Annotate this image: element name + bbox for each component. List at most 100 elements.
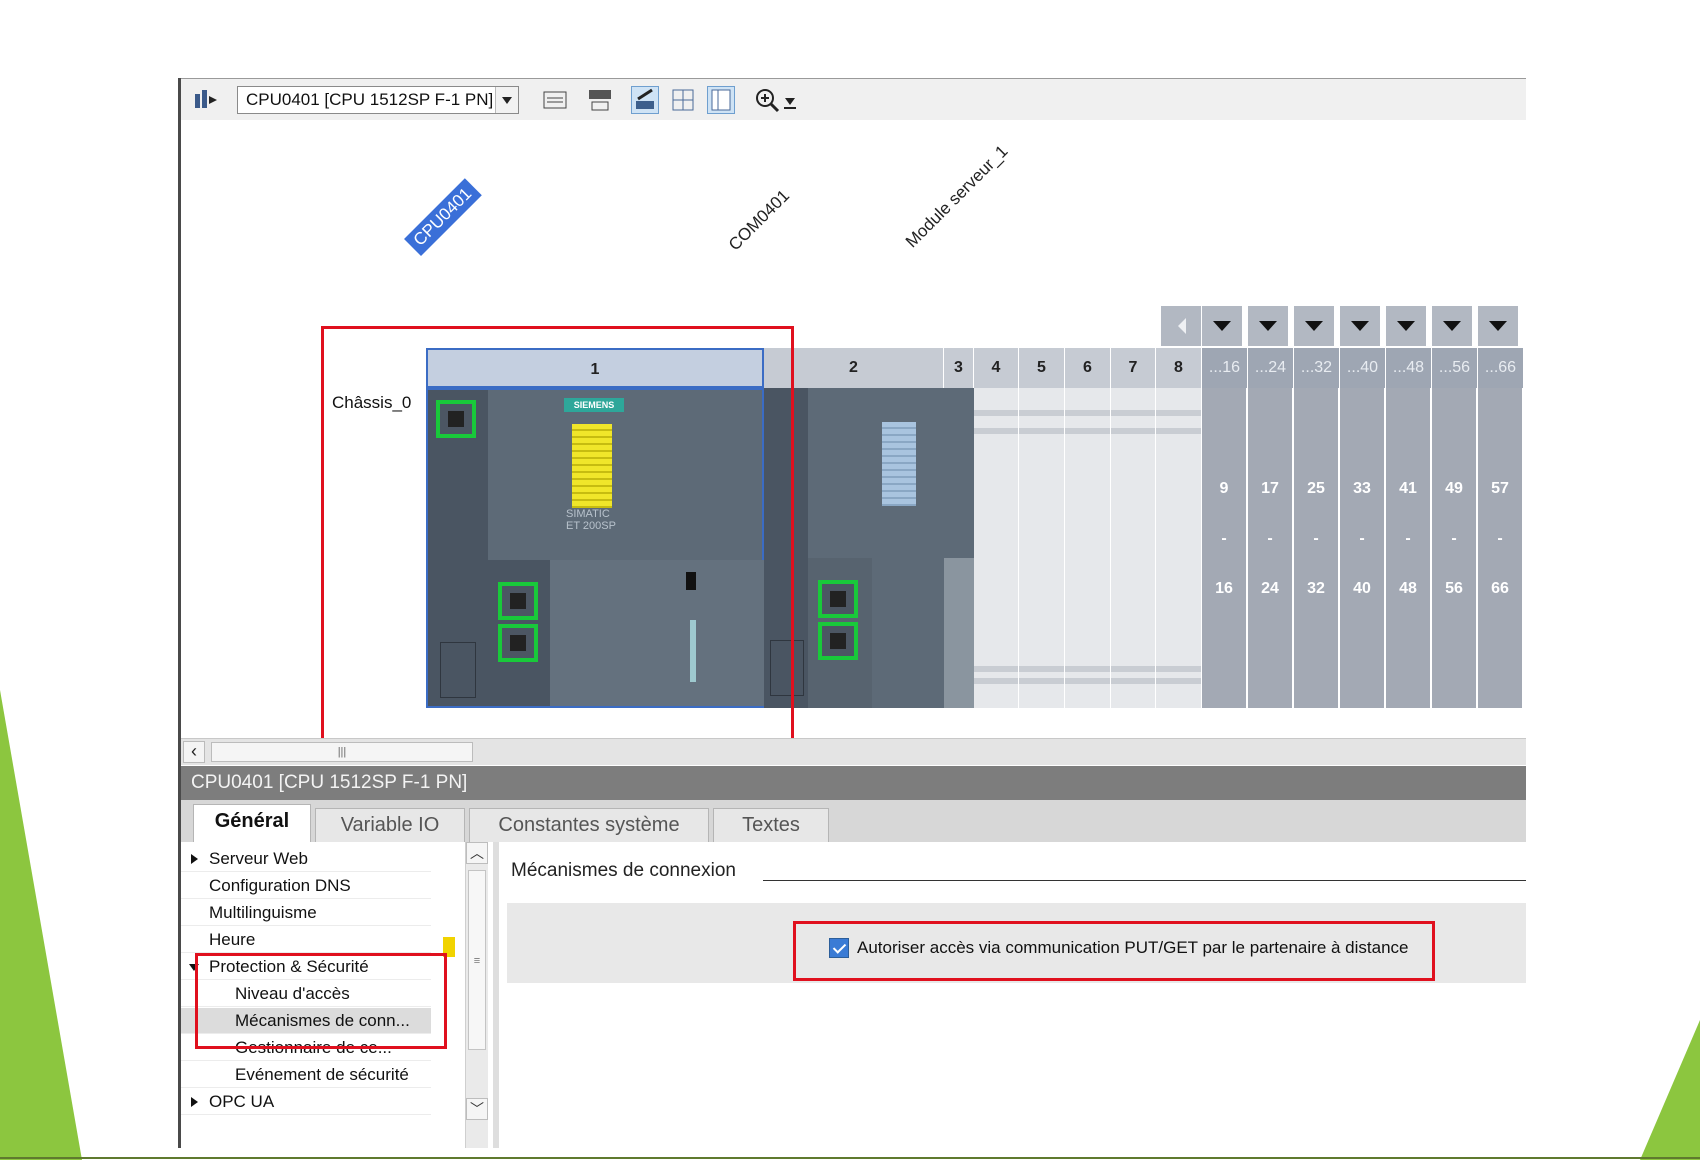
chevron-down-icon (1443, 321, 1461, 331)
group-end: 40 (1353, 580, 1371, 597)
device-label-server-module[interactable]: Module serveur_1 (902, 142, 1012, 252)
group-header[interactable]: ...66 (1478, 348, 1524, 388)
empty-slot-4[interactable] (974, 388, 1019, 708)
slot-group[interactable]: 33 - 40 (1340, 388, 1386, 708)
expand-arrow-icon[interactable] (191, 854, 198, 864)
properties-title: CPU0401 [CPU 1512SP F-1 PN] (181, 766, 1526, 800)
edit-icon[interactable] (631, 86, 659, 114)
group-header[interactable]: ...40 (1340, 348, 1386, 388)
tree-item-web-server[interactable]: Serveur Web (181, 846, 431, 872)
group-end: 32 (1307, 580, 1325, 597)
tree-label: Heure (209, 930, 256, 949)
expand-arrow-icon[interactable] (191, 1097, 198, 1107)
group-start: 17 (1261, 480, 1279, 497)
group-header[interactable]: ...32 (1294, 348, 1340, 388)
chevron-down-icon (1351, 321, 1369, 331)
group-header[interactable]: ...56 (1432, 348, 1478, 388)
scroll-left-icon[interactable]: ‹ (183, 741, 205, 763)
tree-highlight-box (195, 953, 447, 1049)
slot-header-4[interactable]: 4 (974, 348, 1019, 388)
network-view-icon[interactable] (191, 86, 219, 114)
chevron-down-icon (1259, 321, 1277, 331)
tia-portal-window: CPU0401 [CPU 1512SP F-1 PN] CPU0401 COM0… (178, 78, 1526, 1148)
expand-group-9-16-button[interactable] (1202, 306, 1243, 346)
expand-group-25-32-button[interactable] (1294, 306, 1335, 346)
empty-slot-6[interactable] (1065, 388, 1111, 708)
show-module-labels-icon[interactable] (541, 86, 569, 114)
server-module[interactable] (944, 388, 974, 708)
group-sep: - (1451, 530, 1457, 547)
slot-header-8[interactable]: 8 (1156, 348, 1202, 388)
expand-group-49-56-button[interactable] (1432, 306, 1473, 346)
group-header[interactable]: ...16 (1202, 348, 1248, 388)
connection-mechanisms-section: Mécanismes de connexion Autoriser accès … (501, 842, 1526, 1148)
panel-splitter[interactable] (493, 842, 499, 1148)
rename-icon[interactable] (586, 86, 614, 114)
group-start: 9 (1219, 480, 1229, 497)
slot-header-7[interactable]: 7 (1111, 348, 1156, 388)
group-sep: - (1405, 530, 1411, 547)
group-end: 16 (1215, 580, 1233, 597)
tree-label: Serveur Web (209, 849, 308, 868)
download-icon[interactable] (781, 86, 799, 114)
empty-slot-7[interactable] (1111, 388, 1156, 708)
slot-group[interactable]: 17 - 24 (1248, 388, 1294, 708)
tree-item-time[interactable]: Heure (181, 927, 431, 953)
device-label-cpu[interactable]: CPU0401 (404, 178, 482, 256)
group-start: 41 (1399, 480, 1417, 497)
device-label-com[interactable]: COM0401 (725, 186, 794, 255)
empty-slot-8[interactable] (1156, 388, 1202, 708)
group-end: 48 (1399, 580, 1417, 597)
ethernet-port-icon[interactable] (818, 622, 858, 660)
group-start: 33 (1353, 480, 1371, 497)
slot-group[interactable]: 9 - 16 (1202, 388, 1248, 708)
tree-item-opc-ua[interactable]: OPC UA (181, 1089, 431, 1115)
slot-header-3[interactable]: 3 (944, 348, 974, 388)
slot-header-5[interactable]: 5 (1019, 348, 1065, 388)
group-start: 25 (1307, 480, 1325, 497)
table-view-icon[interactable] (707, 86, 735, 114)
slot-header-6[interactable]: 6 (1065, 348, 1111, 388)
tab-system-constants[interactable]: Constantes système (469, 808, 709, 842)
group-end: 66 (1491, 580, 1509, 597)
scroll-left-button[interactable] (1161, 306, 1202, 346)
tab-texts[interactable]: Textes (713, 808, 829, 842)
scroll-thumb[interactable]: ≡ (468, 870, 486, 1050)
expand-group-41-48-button[interactable] (1386, 306, 1427, 346)
tree-item-security-event[interactable]: Evénement de sécurité (181, 1062, 431, 1088)
scroll-up-icon[interactable]: ︿ (466, 842, 488, 864)
empty-slot-5[interactable] (1019, 388, 1065, 708)
slot-group[interactable]: 57 - 66 (1478, 388, 1524, 708)
slot-group[interactable]: 25 - 32 (1294, 388, 1340, 708)
chevron-down-icon[interactable] (495, 87, 518, 113)
expand-group-57-66-button[interactable] (1478, 306, 1519, 346)
tab-io-variables[interactable]: Variable IO (315, 808, 465, 842)
tree-label: Evénement de sécurité (235, 1065, 409, 1084)
zoom-icon[interactable] (753, 86, 781, 114)
chevron-down-icon (1305, 321, 1323, 331)
expand-group-17-24-button[interactable] (1248, 306, 1289, 346)
expand-group-33-40-button[interactable] (1340, 306, 1381, 346)
tree-item-multilingual[interactable]: Multilinguisme (181, 900, 431, 926)
properties-panel: Serveur Web Configuration DNS Multilingu… (181, 842, 1526, 1148)
scroll-down-icon[interactable]: ﹀ (466, 1098, 488, 1120)
grid-icon[interactable] (669, 86, 697, 114)
tree-item-dns-config[interactable]: Configuration DNS (181, 873, 431, 899)
group-header[interactable]: ...24 (1248, 348, 1294, 388)
slot-group[interactable]: 41 - 48 (1386, 388, 1432, 708)
scroll-thumb[interactable]: ||| (211, 742, 473, 762)
tree-label: Configuration DNS (209, 876, 351, 895)
horizontal-scrollbar[interactable]: ‹ ||| (181, 738, 1526, 765)
tree-label: OPC UA (209, 1092, 275, 1111)
tab-general[interactable]: Général (193, 804, 311, 842)
group-start: 57 (1491, 480, 1509, 497)
properties-tabs: Général Variable IO Constantes système T… (181, 800, 1526, 843)
slot-group[interactable]: 49 - 56 (1432, 388, 1478, 708)
chevron-down-icon (1489, 321, 1507, 331)
checkbox-highlight-box (793, 921, 1435, 981)
device-selector-dropdown[interactable]: CPU0401 [CPU 1512SP F-1 PN] (237, 86, 519, 114)
group-header[interactable]: ...48 (1386, 348, 1432, 388)
device-view-canvas: CPU0401 COM0401 Module serveur_1 Châssis… (181, 120, 1526, 754)
tree-vertical-scrollbar[interactable]: ︿ ≡ ﹀ (465, 842, 488, 1148)
ethernet-port-icon[interactable] (818, 580, 858, 618)
